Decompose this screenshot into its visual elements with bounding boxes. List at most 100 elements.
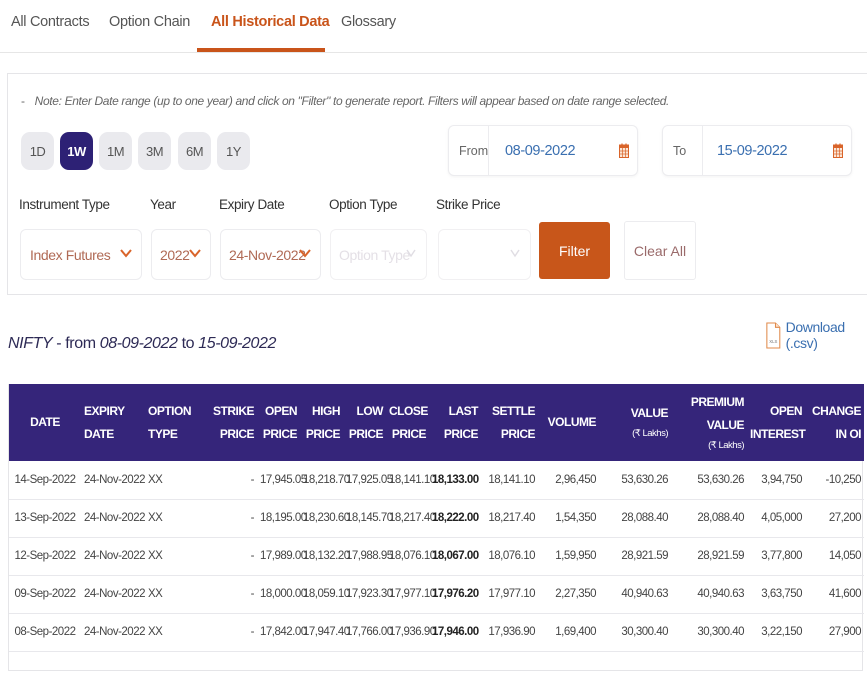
cell-last-price: 18,067.00: [429, 537, 481, 576]
col-header-strike-price[interactable]: STRIKE PRICE: [207, 384, 257, 461]
chevron-down-icon: [189, 249, 201, 258]
cell-expiry-date: 24-Nov-2022: [81, 613, 145, 652]
cell-strike-price: -: [207, 537, 257, 576]
col-header-expiry-date[interactable]: EXPIRY DATE: [81, 384, 145, 461]
year-select[interactable]: 2022: [151, 229, 211, 280]
cell-close-price: 18,141.10: [386, 461, 436, 500]
option-type-select[interactable]: Option Type: [330, 229, 427, 280]
cell-open-interest: 4,05,000: [747, 499, 805, 538]
col-header-value[interactable]: VALUE (₹ Lakhs): [599, 384, 671, 461]
year-value: 2022: [160, 246, 190, 263]
cell-open-price: 17,945.05: [257, 461, 307, 500]
cell-strike-price: -: [207, 461, 257, 500]
cell-close-price: 17,977.10: [386, 575, 436, 614]
cell-high-price: 18,132.20: [300, 537, 350, 576]
cell-volume: 1,69,400: [538, 613, 599, 652]
cell-last-price: 17,976.20: [429, 575, 481, 614]
clear-all-button[interactable]: Clear All: [624, 221, 696, 280]
calendar-icon[interactable]: [833, 143, 843, 158]
col-header-high-price[interactable]: HIGH PRICE: [300, 384, 343, 461]
cell-settle-price: 18,141.10: [481, 461, 538, 500]
from-date-field[interactable]: From 08-09-2022: [448, 125, 638, 176]
cell-settle-price: 17,936.90: [481, 613, 538, 652]
to-date-value[interactable]: 15-09-2022: [717, 126, 788, 175]
col-header-open-interest[interactable]: OPEN INTEREST: [747, 384, 806, 461]
cell-volume: 1,59,950: [538, 537, 599, 576]
cell-change-in-oi: -10,250: [805, 461, 864, 500]
cell-change-in-oi: 14,050: [805, 537, 864, 576]
cell-close-price: 17,936.90: [386, 613, 436, 652]
from-date-value[interactable]: 08-09-2022: [505, 126, 576, 175]
instrument-type-select[interactable]: Index Futures: [20, 229, 142, 280]
cell-last-price: 18,133.00: [429, 461, 481, 500]
period-3m-button[interactable]: 3M: [138, 132, 171, 170]
col-header-change-in-oi[interactable]: CHANGE IN OI: [805, 384, 864, 461]
col-header-low-price[interactable]: LOW PRICE: [343, 384, 386, 461]
historical-data-table: DATE EXPIRY DATE OPTION TYPE STRIKE PRICE …: [8, 384, 864, 671]
cell-open-price: 17,989.00: [257, 537, 307, 576]
cell-last-price: 17,946.00: [429, 613, 481, 652]
cell-expiry-date: 24-Nov-2022: [81, 461, 145, 500]
cell-option-type: XX: [145, 537, 207, 576]
results-title: NIFTY - from 08-09-2022 to 15-09-2022: [8, 335, 276, 353]
chevron-down-icon: [406, 249, 416, 258]
cell-low-price: 17,925.05: [343, 461, 393, 500]
table-row[interactable]: 08-Sep-2022 24-Nov-2022 XX -17,842.00 17,947…: [9, 613, 864, 652]
chevron-down-icon: [120, 249, 132, 258]
col-header-close-price[interactable]: CLOSE PRICE: [386, 384, 429, 461]
col-header-option-type[interactable]: OPTION TYPE: [145, 384, 207, 461]
col-header-date[interactable]: DATE: [9, 384, 81, 461]
col-header-settle-price[interactable]: SETTLE PRICE: [481, 384, 538, 461]
expiry-date-select[interactable]: 24-Nov-2022: [220, 229, 321, 280]
filter-panel: - Note: Enter Date range (up to one year)…: [7, 73, 867, 295]
cell-open-interest: 3,22,150: [747, 613, 805, 652]
cell-change-in-oi: 27,900: [805, 613, 864, 652]
period-1y-button[interactable]: 1Y: [217, 132, 250, 170]
cell-date: 13-Sep-2022: [9, 499, 81, 538]
calendar-icon[interactable]: [619, 143, 629, 158]
cell-low-price: 17,766.00: [343, 613, 393, 652]
filter-note: - Note: Enter Date range (up to one year)…: [21, 94, 669, 108]
cell-change-in-oi: 27,200: [805, 499, 864, 538]
table-row[interactable]: 13-Sep-2022 24-Nov-2022 XX -18,195.00 18,230…: [9, 499, 864, 538]
cell-high-price: 17,947.40: [300, 613, 350, 652]
cell-volume: 2,27,350: [538, 575, 599, 614]
filter-button[interactable]: Filter: [539, 222, 610, 279]
cell-premium-value: 30,300.40: [671, 613, 747, 652]
cell-volume: 1,54,350: [538, 499, 599, 538]
cell-low-price: 17,923.30: [343, 575, 393, 614]
results-from-date: 08-09-2022: [99, 335, 178, 352]
table-row[interactable]: 14-Sep-2022 24-Nov-2022 XX -17,945.05 18,218…: [9, 461, 864, 500]
period-1m-button[interactable]: 1M: [99, 132, 132, 170]
expiry-date-label: Expiry Date: [219, 197, 285, 212]
download-csv-link[interactable]: XLS Download (.csv): [766, 319, 867, 351]
tab-glossary[interactable]: Glossary: [341, 14, 396, 30]
cell-premium-value: 53,630.26: [671, 461, 747, 500]
note-text: Note: Enter Date range (up to one year) …: [34, 94, 670, 108]
cell-value: 28,921.59: [599, 537, 671, 576]
chevron-down-icon: [299, 249, 311, 258]
table-row[interactable]: 12-Sep-2022 24-Nov-2022 XX -17,989.00 18,132…: [9, 537, 864, 576]
cell-low-price: 17,988.95: [343, 537, 393, 576]
col-header-last-price[interactable]: LAST PRICE: [429, 384, 481, 461]
tab-bar: All Contracts Option Chain All Historica…: [0, 0, 867, 53]
to-date-field[interactable]: To 15-09-2022: [662, 125, 852, 176]
table-row[interactable]: 09-Sep-2022 24-Nov-2022 XX -18,000.00 18,059…: [9, 575, 864, 614]
col-header-premium-value[interactable]: PREMIUM VALUE (₹ Lakhs): [671, 384, 747, 461]
period-6m-button[interactable]: 6M: [178, 132, 211, 170]
cell-value: 40,940.63: [599, 575, 671, 614]
col-header-volume[interactable]: VOLUME: [538, 384, 599, 461]
period-1w-button[interactable]: 1W: [60, 132, 93, 170]
cell-premium-value: 40,940.63: [671, 575, 747, 614]
cell-date: 12-Sep-2022: [9, 537, 81, 576]
col-header-open-price[interactable]: OPEN PRICE: [257, 384, 300, 461]
cell-option-type: XX: [145, 613, 207, 652]
period-1d-button[interactable]: 1D: [21, 132, 54, 170]
strike-price-select[interactable]: [438, 229, 531, 280]
tab-option-chain[interactable]: Option Chain: [109, 14, 190, 30]
cell-strike-price: -: [207, 499, 257, 538]
tab-all-historical-data[interactable]: All Historical Data: [211, 14, 330, 30]
cell-premium-value: 28,921.59: [671, 537, 747, 576]
cell-open-interest: 3,77,800: [747, 537, 805, 576]
tab-all-contracts[interactable]: All Contracts: [11, 14, 90, 30]
